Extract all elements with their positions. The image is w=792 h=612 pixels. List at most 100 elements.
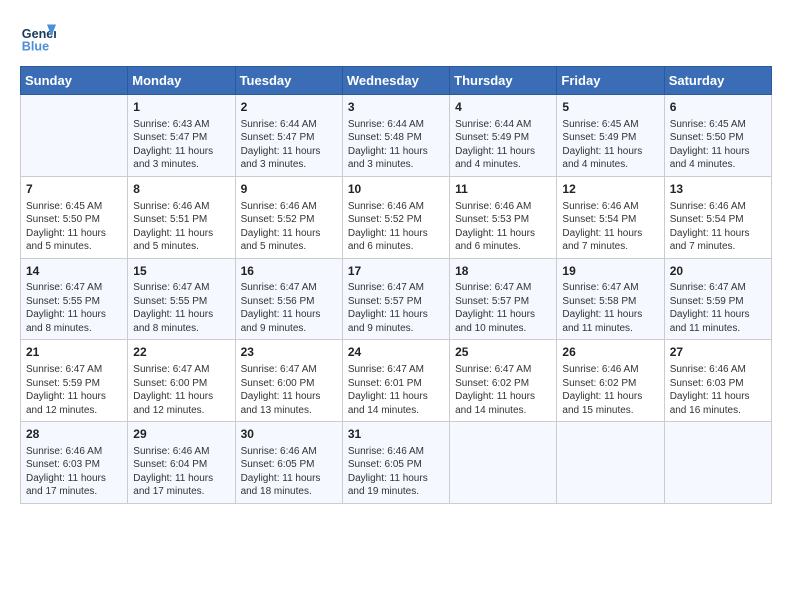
calendar-table: SundayMondayTuesdayWednesdayThursdayFrid… — [20, 66, 772, 504]
day-number: 16 — [241, 263, 337, 280]
day-number: 9 — [241, 181, 337, 198]
day-number: 15 — [133, 263, 229, 280]
calendar-cell: 26 Sunrise: 6:46 AMSunset: 6:02 PMDayligh… — [557, 340, 664, 422]
day-number: 10 — [348, 181, 444, 198]
day-number: 14 — [26, 263, 122, 280]
cell-sun-info: Sunrise: 6:47 AMSunset: 5:59 PMDaylight:… — [26, 363, 122, 417]
cell-sun-info: Sunrise: 6:46 AMSunset: 5:54 PMDaylight:… — [562, 200, 658, 254]
day-number: 18 — [455, 263, 551, 280]
day-number: 17 — [348, 263, 444, 280]
day-number: 25 — [455, 344, 551, 361]
day-number: 12 — [562, 181, 658, 198]
cell-sun-info: Sunrise: 6:46 AMSunset: 6:05 PMDaylight:… — [348, 445, 444, 499]
day-header-wednesday: Wednesday — [342, 67, 449, 95]
cell-sun-info: Sunrise: 6:47 AMSunset: 6:00 PMDaylight:… — [241, 363, 337, 417]
cell-sun-info: Sunrise: 6:45 AMSunset: 5:50 PMDaylight:… — [26, 200, 122, 254]
day-number: 7 — [26, 181, 122, 198]
day-number: 6 — [670, 99, 766, 116]
cell-sun-info: Sunrise: 6:46 AMSunset: 6:04 PMDaylight:… — [133, 445, 229, 499]
cell-sun-info: Sunrise: 6:46 AMSunset: 6:03 PMDaylight:… — [670, 363, 766, 417]
calendar-cell: 21 Sunrise: 6:47 AMSunset: 5:59 PMDayligh… — [21, 340, 128, 422]
cell-sun-info: Sunrise: 6:45 AMSunset: 5:50 PMDaylight:… — [670, 118, 766, 172]
svg-text:Blue: Blue — [22, 40, 49, 54]
calendar-cell — [557, 422, 664, 504]
day-number: 19 — [562, 263, 658, 280]
day-header-monday: Monday — [128, 67, 235, 95]
day-header-friday: Friday — [557, 67, 664, 95]
day-number: 3 — [348, 99, 444, 116]
calendar-cell: 17Sunrise: 6:47 AMSunset: 5:57 PMDayligh… — [342, 258, 449, 340]
day-number: 4 — [455, 99, 551, 116]
calendar-cell: 18Sunrise: 6:47 AMSunset: 5:57 PMDayligh… — [450, 258, 557, 340]
calendar-cell: 16Sunrise: 6:47 AMSunset: 5:56 PMDayligh… — [235, 258, 342, 340]
calendar-cell: 1Sunrise: 6:43 AMSunset: 5:47 PMDaylight… — [128, 95, 235, 177]
day-number: 1 — [133, 99, 229, 116]
calendar-cell: 14Sunrise: 6:47 AMSunset: 5:55 PMDayligh… — [21, 258, 128, 340]
day-number: 21 — [26, 344, 122, 361]
day-header-saturday: Saturday — [664, 67, 771, 95]
page-header: General Blue — [20, 20, 772, 56]
calendar-cell: 22 Sunrise: 6:47 AMSunset: 6:00 PMDayligh… — [128, 340, 235, 422]
cell-sun-info: Sunrise: 6:44 AMSunset: 5:49 PMDaylight:… — [455, 118, 551, 172]
calendar-cell: 5 Sunrise: 6:45 AMSunset: 5:49 PMDaylight… — [557, 95, 664, 177]
calendar-cell: 25 Sunrise: 6:47 AMSunset: 6:02 PMDayligh… — [450, 340, 557, 422]
day-number: 28 — [26, 426, 122, 443]
calendar-week-1: 1Sunrise: 6:43 AMSunset: 5:47 PMDaylight… — [21, 95, 772, 177]
calendar-week-2: 7 Sunrise: 6:45 AMSunset: 5:50 PMDaylight… — [21, 176, 772, 258]
cell-sun-info: Sunrise: 6:46 AMSunset: 5:51 PMDaylight:… — [133, 200, 229, 254]
calendar-cell — [21, 95, 128, 177]
cell-sun-info: Sunrise: 6:47 AMSunset: 5:58 PMDaylight:… — [562, 281, 658, 335]
cell-sun-info: Sunrise: 6:47 AMSunset: 6:01 PMDaylight:… — [348, 363, 444, 417]
calendar-cell — [450, 422, 557, 504]
cell-sun-info: Sunrise: 6:46 AMSunset: 5:53 PMDaylight:… — [455, 200, 551, 254]
cell-sun-info: Sunrise: 6:47 AMSunset: 5:57 PMDaylight:… — [455, 281, 551, 335]
day-number: 24 — [348, 344, 444, 361]
cell-sun-info: Sunrise: 6:47 AMSunset: 5:59 PMDaylight:… — [670, 281, 766, 335]
cell-sun-info: Sunrise: 6:44 AMSunset: 5:48 PMDaylight:… — [348, 118, 444, 172]
day-number: 22 — [133, 344, 229, 361]
cell-sun-info: Sunrise: 6:47 AMSunset: 5:57 PMDaylight:… — [348, 281, 444, 335]
day-header-tuesday: Tuesday — [235, 67, 342, 95]
calendar-cell: 31 Sunrise: 6:46 AMSunset: 6:05 PMDayligh… — [342, 422, 449, 504]
cell-sun-info: Sunrise: 6:46 AMSunset: 6:03 PMDaylight:… — [26, 445, 122, 499]
calendar-week-4: 21 Sunrise: 6:47 AMSunset: 5:59 PMDayligh… — [21, 340, 772, 422]
day-number: 2 — [241, 99, 337, 116]
calendar-cell: 23 Sunrise: 6:47 AMSunset: 6:00 PMDayligh… — [235, 340, 342, 422]
day-number: 23 — [241, 344, 337, 361]
cell-sun-info: Sunrise: 6:46 AMSunset: 5:52 PMDaylight:… — [348, 200, 444, 254]
cell-sun-info: Sunrise: 6:47 AMSunset: 5:55 PMDaylight:… — [26, 281, 122, 335]
calendar-cell: 24 Sunrise: 6:47 AMSunset: 6:01 PMDayligh… — [342, 340, 449, 422]
calendar-cell: 9Sunrise: 6:46 AMSunset: 5:52 PMDaylight… — [235, 176, 342, 258]
calendar-cell: 12 Sunrise: 6:46 AMSunset: 5:54 PMDayligh… — [557, 176, 664, 258]
calendar-cell: 29 Sunrise: 6:46 AMSunset: 6:04 PMDayligh… — [128, 422, 235, 504]
calendar-cell: 7 Sunrise: 6:45 AMSunset: 5:50 PMDaylight… — [21, 176, 128, 258]
cell-sun-info: Sunrise: 6:47 AMSunset: 6:02 PMDaylight:… — [455, 363, 551, 417]
day-number: 26 — [562, 344, 658, 361]
calendar-cell: 19Sunrise: 6:47 AMSunset: 5:58 PMDayligh… — [557, 258, 664, 340]
calendar-cell — [664, 422, 771, 504]
day-number: 31 — [348, 426, 444, 443]
cell-sun-info: Sunrise: 6:47 AMSunset: 6:00 PMDaylight:… — [133, 363, 229, 417]
day-number: 30 — [241, 426, 337, 443]
calendar-cell: 13Sunrise: 6:46 AMSunset: 5:54 PMDayligh… — [664, 176, 771, 258]
logo: General Blue — [20, 20, 60, 56]
day-number: 8 — [133, 181, 229, 198]
day-header-sunday: Sunday — [21, 67, 128, 95]
calendar-cell: 15Sunrise: 6:47 AMSunset: 5:55 PMDayligh… — [128, 258, 235, 340]
calendar-cell: 20Sunrise: 6:47 AMSunset: 5:59 PMDayligh… — [664, 258, 771, 340]
day-number: 20 — [670, 263, 766, 280]
cell-sun-info: Sunrise: 6:47 AMSunset: 5:56 PMDaylight:… — [241, 281, 337, 335]
calendar-week-3: 14Sunrise: 6:47 AMSunset: 5:55 PMDayligh… — [21, 258, 772, 340]
cell-sun-info: Sunrise: 6:46 AMSunset: 6:02 PMDaylight:… — [562, 363, 658, 417]
calendar-cell: 28 Sunrise: 6:46 AMSunset: 6:03 PMDayligh… — [21, 422, 128, 504]
day-number: 29 — [133, 426, 229, 443]
calendar-cell: 27Sunrise: 6:46 AMSunset: 6:03 PMDayligh… — [664, 340, 771, 422]
cell-sun-info: Sunrise: 6:44 AMSunset: 5:47 PMDaylight:… — [241, 118, 337, 172]
calendar-cell: 30Sunrise: 6:46 AMSunset: 6:05 PMDayligh… — [235, 422, 342, 504]
cell-sun-info: Sunrise: 6:45 AMSunset: 5:49 PMDaylight:… — [562, 118, 658, 172]
day-number: 11 — [455, 181, 551, 198]
logo-icon: General Blue — [20, 20, 56, 56]
calendar-cell: 4 Sunrise: 6:44 AMSunset: 5:49 PMDaylight… — [450, 95, 557, 177]
day-number: 5 — [562, 99, 658, 116]
cell-sun-info: Sunrise: 6:46 AMSunset: 5:54 PMDaylight:… — [670, 200, 766, 254]
